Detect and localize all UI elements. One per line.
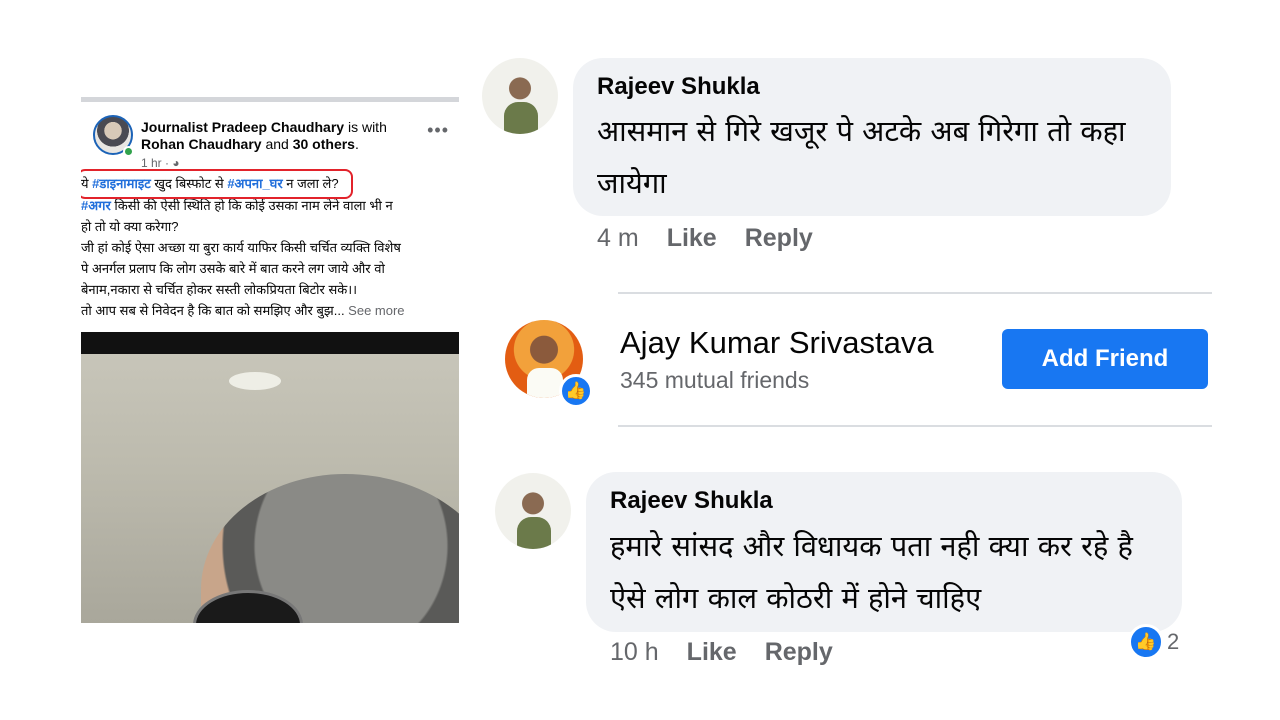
like-button[interactable]: Like — [687, 638, 737, 666]
video-frame — [81, 354, 459, 623]
commenter-avatar[interactable] — [482, 58, 558, 134]
author-name-link[interactable]: Journalist Pradeep Chaudhary — [141, 119, 344, 135]
post-line-2: #अगर किसी की ऐसी स्थिति हो कि कोई उसका न… — [81, 195, 447, 216]
post-title: Journalist Pradeep Chaudhary is with Roh… — [141, 119, 411, 153]
others-link[interactable]: 30 others — [293, 136, 355, 152]
post-line-5: पे अनर्गल प्रलाप कि लोग उसके बारे में बा… — [81, 261, 385, 276]
line2-text: किसी की ऐसी स्थिति हो कि कोई उसका नाम ले… — [110, 198, 393, 213]
commenter-avatar[interactable] — [495, 473, 571, 549]
post-line-3: हो तो यो क्या करेगा? — [81, 219, 179, 234]
add-friend-button[interactable]: Add Friend — [1002, 329, 1208, 389]
and-text: and — [261, 136, 293, 152]
like-page-icon: 👍 — [559, 374, 593, 408]
divider — [618, 292, 1212, 294]
line7-text: तो आप सब से निवेदन है कि बात को समझिए और… — [81, 303, 349, 318]
see-more-link[interactable]: See more — [348, 303, 404, 318]
avatar-figure — [527, 368, 563, 398]
hashtag-apna-ghar[interactable]: #अपना_घर — [227, 176, 282, 191]
with-text: is with — [344, 119, 387, 135]
post-line-4: जी हां कोई ऐसा अच्छा या बुरा कार्य याफिर… — [81, 240, 401, 255]
hashtag-dynamite[interactable]: #डाइनामाइट — [92, 176, 151, 191]
comment-text-line1: आसमान से गिरे खजूर पे अटके अब गिरेगा तो … — [597, 114, 1126, 148]
more-options-icon[interactable]: ••• — [427, 120, 449, 141]
avatar-figure — [504, 102, 538, 134]
comment-text-line2: जायेगा — [597, 166, 667, 200]
reply-button[interactable]: Reply — [765, 638, 833, 666]
comment-text-line2: ऐसे लोग काल कोठरी में होने चाहिए — [610, 581, 982, 615]
reaction-count: 2 — [1167, 629, 1180, 654]
line1-mid: खुद बिस्फोट से — [150, 176, 228, 191]
commenter-name[interactable]: Rajeev Shukla — [610, 487, 773, 515]
reply-button[interactable]: Reply — [745, 224, 813, 252]
post-header: Journalist Pradeep Chaudhary is with Roh… — [81, 102, 459, 170]
post-line-6: बेनाम,नकारा से चर्चित होकर सस्ती लोकप्रि… — [81, 282, 358, 297]
reaction-summary[interactable]: 👍 2 — [1128, 624, 1179, 660]
comment-actions: 4 m Like Reply — [597, 224, 841, 253]
post-line-7: तो आप सब से निवेदन है कि बात को समझिए और… — [81, 300, 447, 321]
online-status-icon — [123, 146, 134, 157]
line1-suffix: न जला ले? — [282, 176, 339, 191]
comment-time[interactable]: 10 h — [610, 638, 659, 666]
title-period: . — [354, 136, 359, 152]
like-button[interactable]: Like — [667, 224, 717, 252]
line1-prefix: ये — [81, 176, 93, 191]
post-text: ये #डाइनामाइट खुद बिस्फोट से #अपना_घर न … — [81, 168, 459, 321]
tagged-friend-link[interactable]: Rohan Chaudhary — [141, 136, 262, 152]
comment-time[interactable]: 4 m — [597, 224, 639, 252]
friend-name[interactable]: Ajay Kumar Srivastava — [620, 325, 934, 361]
highlighted-line: ये #डाइनामाइट खुद बिस्फोट से #अपना_घर न … — [81, 169, 353, 199]
comment-actions: 10 h Like Reply — [610, 638, 861, 667]
ceiling-light-shape — [229, 372, 281, 390]
divider — [618, 425, 1212, 427]
mutual-friends-count[interactable]: 345 mutual friends — [620, 367, 809, 394]
avatar-figure — [517, 517, 551, 549]
comment-text-line1: हमारे सांसद और विधायक पता नही क्या कर रह… — [610, 529, 1133, 563]
like-reaction-icon: 👍 — [1128, 624, 1164, 660]
post-video-thumbnail[interactable] — [81, 332, 459, 623]
commenter-name[interactable]: Rajeev Shukla — [597, 73, 760, 101]
facebook-post: Journalist Pradeep Chaudhary is with Roh… — [81, 97, 459, 623]
hashtag-agar[interactable]: #अगर — [81, 198, 111, 213]
